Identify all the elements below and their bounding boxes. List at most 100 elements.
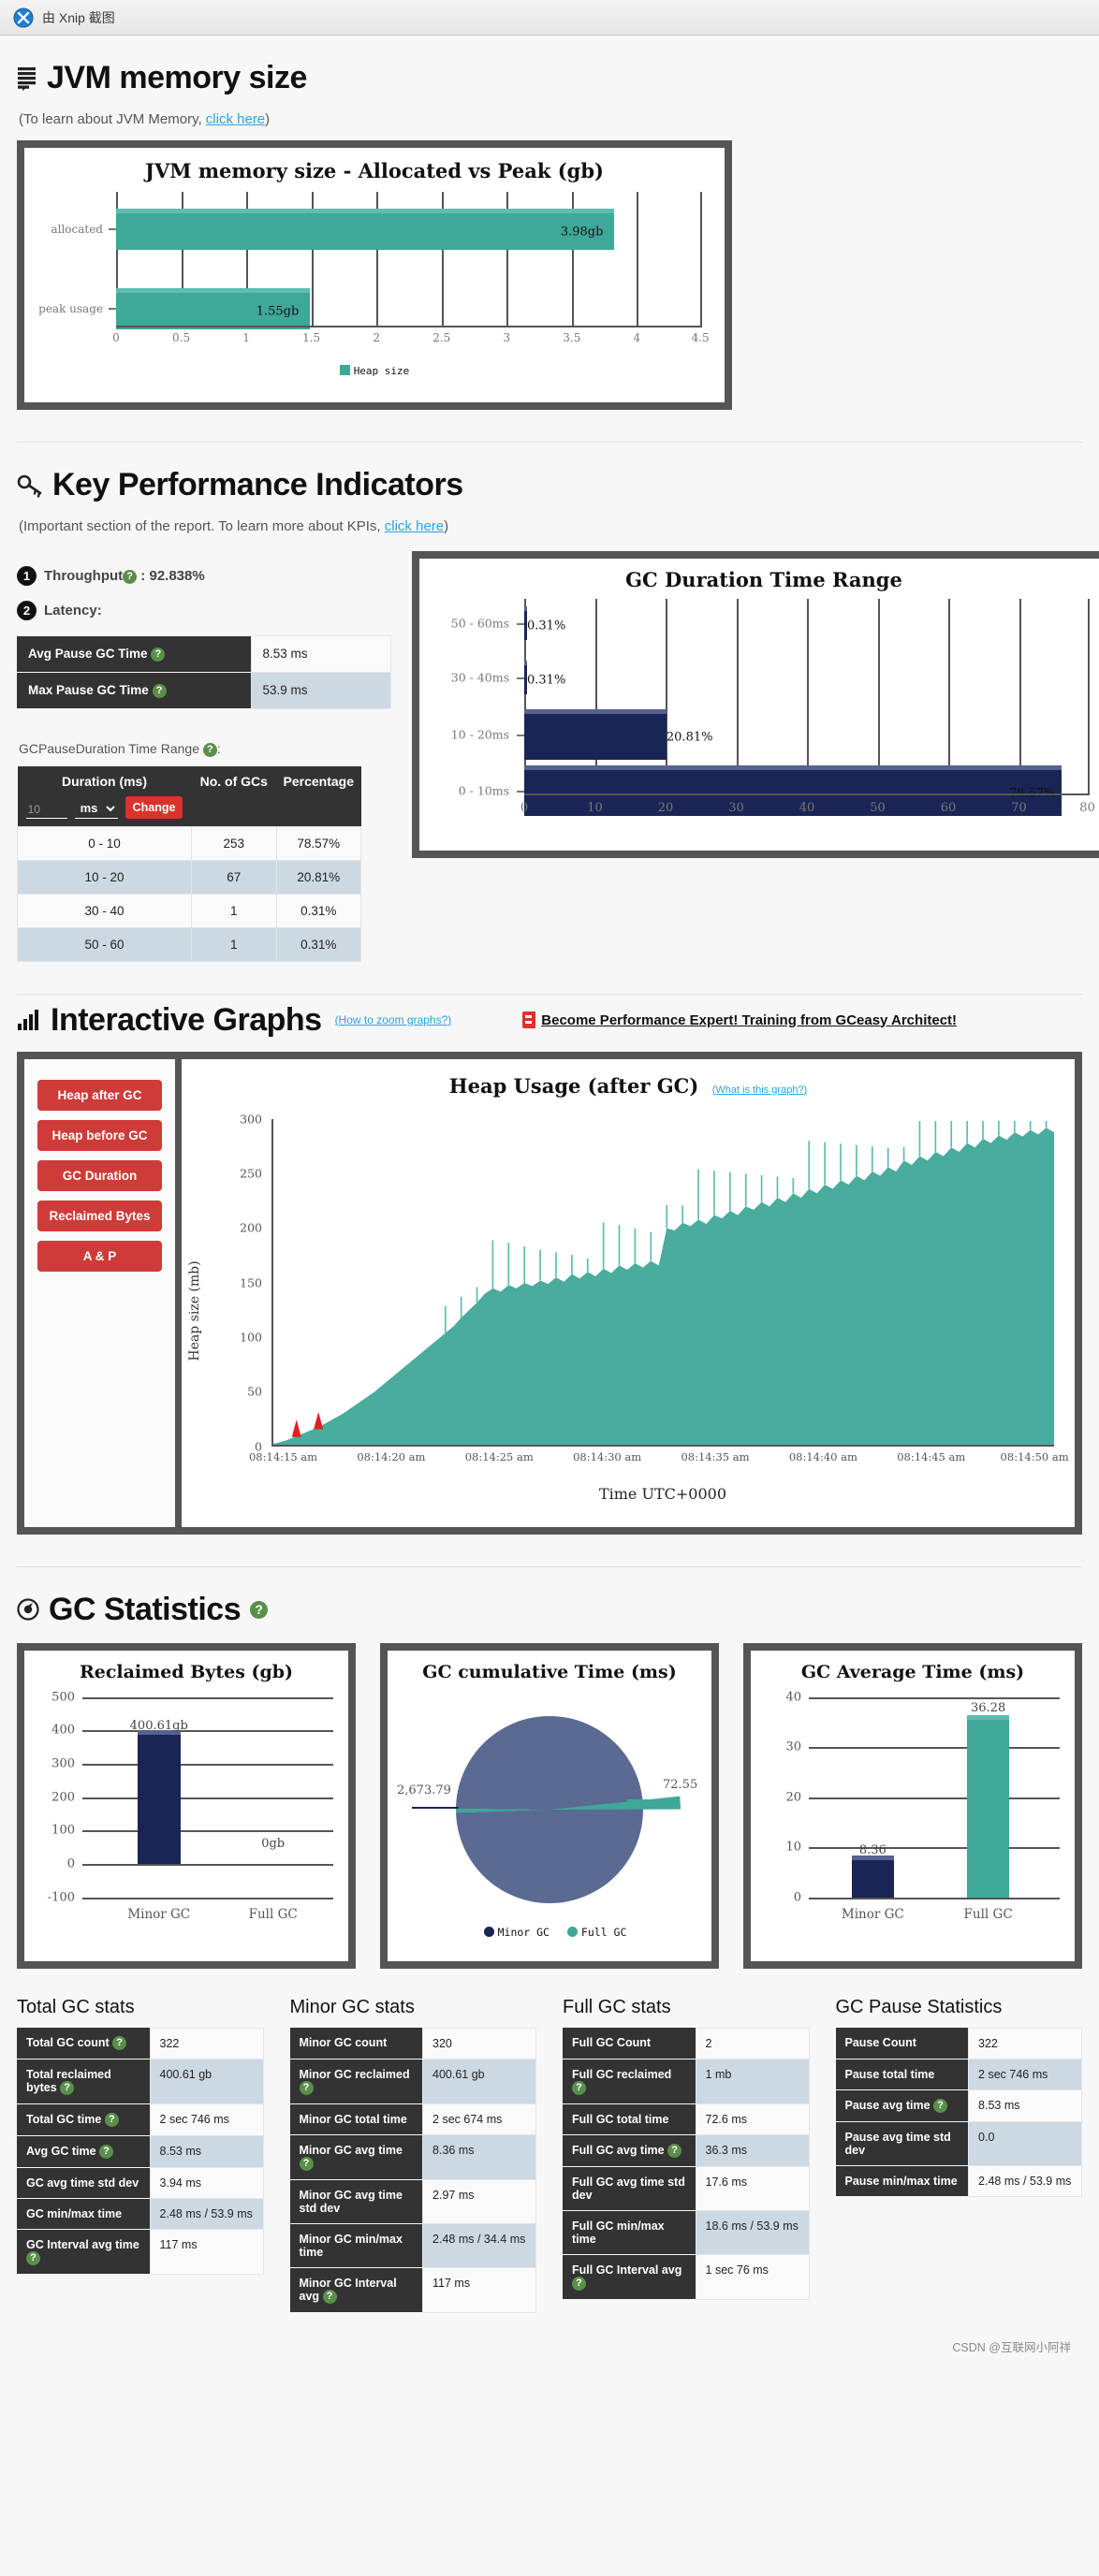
ps-key-4: Pause min/max time [835,2165,969,2197]
gcdur-plot: 50 - 60ms 0.31% 30 - 40ms 0.31% 10 - 20m… [419,593,1099,838]
gcdur-label-10-20: 10 - 20ms [450,727,509,742]
tg-help-0-icon[interactable]: ? [112,2036,127,2050]
kpi-subtitle-close: ) [444,518,449,534]
mg-key-3: Minor GC avg time ? [289,2134,423,2180]
tg-help-1-icon[interactable]: ? [60,2081,75,2095]
btn-gc-duration[interactable]: GC Duration [37,1159,162,1191]
latency-value-max: 53.9 ms [250,671,391,709]
tg-val-3: 8.53 ms [149,2135,264,2168]
report-page: JVM memory size (To learn about JVM Memo… [0,60,1099,2398]
tg-key-0: Total GC count ? [17,2028,151,2059]
table-row: Pause avg time ? 8.53 ms [835,2088,1082,2122]
gc-cumulative-title: GC cumulative Time (ms) [422,1661,677,1682]
fg-key-1: Full GC reclaimed ? [563,2059,696,2104]
kpi-learn-link[interactable]: click here [385,518,444,534]
table-row: Minor GC count 320 [289,2027,536,2059]
latency-key-max: Max Pause GC Time ? [17,672,251,709]
mg-help-6-icon[interactable]: ? [322,2289,337,2304]
jvm-bar-row-peak: peak usage 1.55gb [24,288,702,329]
gcpd-table-head: Duration (ms) ms sec Change No. of GCs [17,765,361,826]
mg-help-1-icon[interactable]: ? [299,2080,314,2095]
xnip-titlebar: 由 Xnip 截图 [0,0,1099,36]
gcpd-pct-0: 78.57% [275,825,361,861]
jvm-memory-learn-link[interactable]: click here [206,111,265,127]
gcpd-header-duration: Duration (ms) ms sec Change [17,765,192,826]
gcpd-unit-select[interactable]: ms sec [74,797,118,819]
gcpd-count-1: 67 [191,859,277,895]
jvm-xtick-6: 3 [503,331,511,344]
throughput-help-icon[interactable]: ? [123,570,138,584]
what-is-this-graph-link[interactable]: (What is this graph?) [712,1084,807,1096]
ps-help-2-icon[interactable]: ? [933,2098,947,2113]
gc-statistics-charts: Reclaimed Bytes (gb) 500 400 300 200 100… [17,1642,1082,1969]
gcpd-range-0: 0 - 10 [17,825,192,861]
gc-pause-statistics-title: GC Pause Statistics [835,1996,1003,2017]
full-gc-stats-title: Full GC stats [563,1996,671,2017]
ga-ytick-40: 40 [785,1690,801,1704]
max-pause-help-icon[interactable]: ? [152,683,167,698]
btn-heap-before-gc[interactable]: Heap before GC [37,1119,162,1151]
jvm-axis-tick-allocated [109,228,116,230]
fg-help-6-icon[interactable]: ? [572,2276,586,2291]
ga-ytick-20: 20 [785,1790,801,1804]
reclaimed-bytes-value-full: 0gb [261,1837,286,1852]
tg-val-6: 117 ms [149,2229,264,2275]
fg-val-0: 2 [695,2027,810,2059]
ga-ytick-0: 0 [793,1890,801,1904]
mg-val-1: 400.61 gb [422,2058,536,2104]
rb-ytick-500: 500 [51,1690,75,1704]
table-row: Full GC min/max time 18.6 ms / 53.9 ms [563,2209,810,2255]
tg-help-3-icon[interactable]: ? [99,2145,114,2159]
gcpd-change-button[interactable]: Change [125,795,183,819]
tg-key-2-text: Total GC time [26,2113,102,2126]
gcpd-duration-input[interactable] [25,800,67,819]
avg-pause-help-icon[interactable]: ? [151,647,166,662]
jvm-subtitle-text: (To learn about JVM Memory, [19,111,202,127]
interactive-graphs-title-group: Interactive Graphs [17,1002,322,1039]
mg-help-3-icon[interactable]: ? [299,2156,314,2171]
ps-key-2: Pause avg time ? [835,2089,969,2122]
table-row: Full GC reclaimed ? 1 mb [563,2058,810,2104]
tg-key-0-text: Total GC count [26,2036,110,2049]
fg-key-3-text: Full GC avg time [572,2143,665,2157]
section-divider-1 [17,442,1082,443]
fg-help-1-icon[interactable]: ? [572,2080,586,2095]
heap-usage-plot-area[interactable]: Heap Usage (after GC) (What is this grap… [182,1058,1075,1527]
kpi-subtitle: (Important section of the report. To lea… [19,518,1082,534]
table-row: Minor GC reclaimed ? 400.61 gb [289,2058,536,2104]
jvm-xtick-1: 0.5 [172,331,191,344]
hp-ytick-300: 300 [240,1112,262,1126]
table-row: Pause total time 2 sec 746 ms [835,2058,1082,2090]
table-row: Total reclaimed bytes ? 400.61 gb [17,2059,264,2104]
tg-help-6-icon[interactable]: ? [26,2251,40,2265]
gcpd-help-icon[interactable]: ? [202,742,217,757]
kpi-badge-1: 1 [17,566,37,586]
hp-xtick-3: 08:14:30 am [573,1449,642,1463]
gc-statistics-help-icon[interactable]: ? [250,1600,269,1619]
btn-reclaimed-bytes[interactable]: Reclaimed Bytes [37,1200,162,1231]
ps-val-3: 0.0 [968,2120,1082,2166]
reclaimed-bytes-bars: 400.61gb 0gb [82,1697,333,1898]
gc-cumulative-time-chart: GC cumulative Time (ms) 2,673.79 72.55 M… [380,1642,719,1969]
section-divider-3 [17,1565,1082,1567]
mg-val-4: 2.97 ms [422,2178,536,2224]
fg-help-3-icon[interactable]: ? [667,2143,682,2158]
reclaimed-bytes-chart: Reclaimed Bytes (gb) 500 400 300 200 100… [17,1642,356,1969]
key-icon [17,474,42,498]
gcdur-row-50-60: 50 - 60ms 0.31% [419,606,1090,640]
promo-training-link[interactable]: Become Performance Expert! Training from… [541,1012,957,1028]
how-to-zoom-graphs-link[interactable]: (How to zoom graphs?) [335,1013,452,1026]
jvm-subtitle-close: ) [265,111,271,127]
gc-cumulative-plot: 2,673.79 72.55 Minor GC Full GC [388,1688,711,1943]
heap-usage-title-row: Heap Usage (after GC) (What is this grap… [182,1059,1075,1098]
btn-a-and-p[interactable]: A & P [37,1240,162,1272]
gcpd-label-text: GCPauseDuration Time Range [19,740,199,756]
gc-statistics-header: GC Statistics ? [17,1592,1082,1628]
jvm-memory-chart: JVM memory size - Allocated vs Peak (gb)… [17,140,732,410]
pie-label-minor-gc: 2,673.79 [397,1783,451,1798]
full-gc-stats-column: Full GC stats Full GC Count 2 Full GC re… [563,1997,810,2300]
gcdur-label-30-40: 30 - 40ms [450,670,509,685]
tg-help-2-icon[interactable]: ? [104,2113,119,2127]
btn-heap-after-gc[interactable]: Heap after GC [37,1079,162,1111]
tg-key-4: GC avg time std dev [17,2167,151,2199]
